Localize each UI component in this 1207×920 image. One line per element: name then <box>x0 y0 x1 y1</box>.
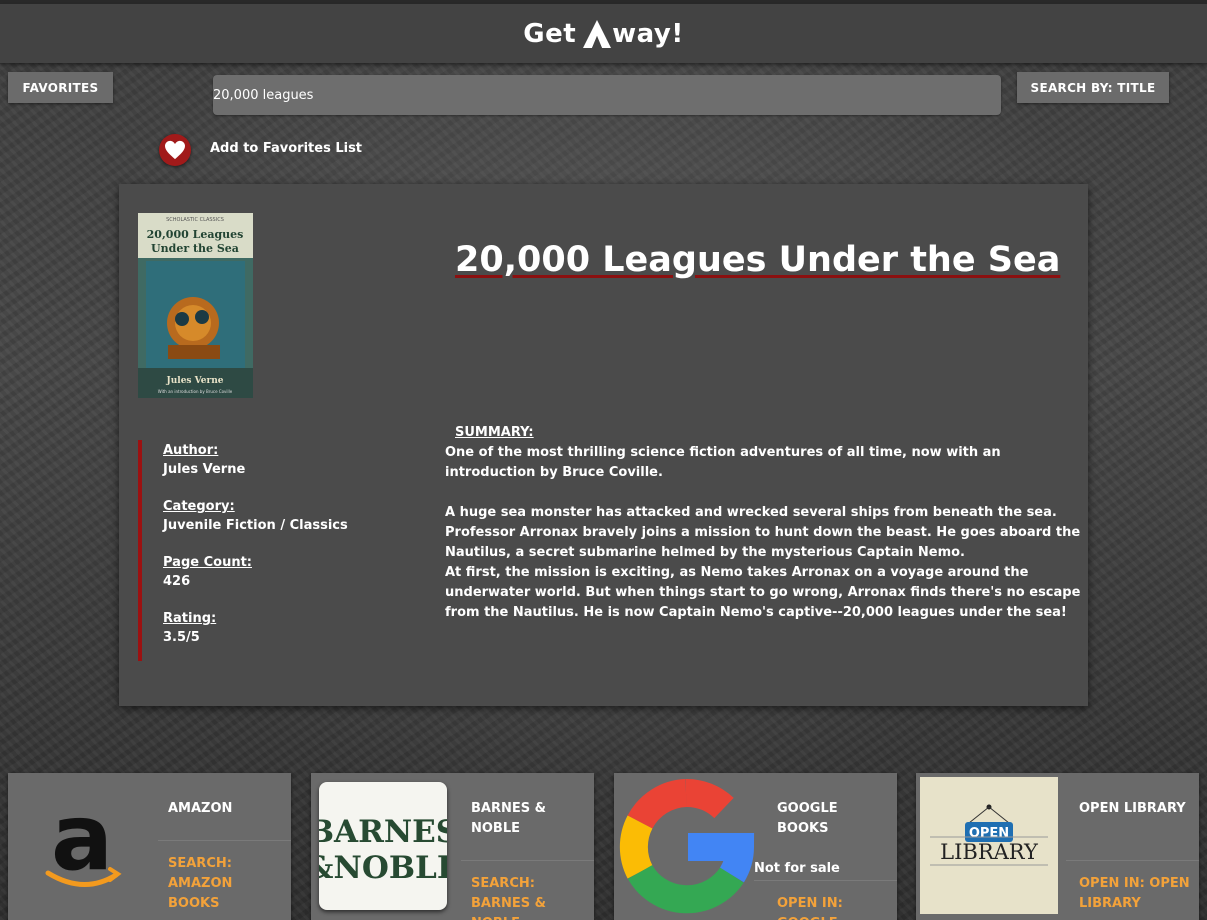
search-by-button[interactable]: SEARCH BY: TITLE <box>1017 72 1169 103</box>
app-header: Get way! <box>0 4 1207 63</box>
favorites-button[interactable]: FAVORITES <box>8 72 113 103</box>
store-name: AMAZON <box>168 801 233 816</box>
google-books-open-link[interactable]: OPEN IN: GOOGLE BOOKS <box>777 894 892 920</box>
store-card-amazon: a AMAZON SEARCH: AMAZON BOOKS <box>8 773 291 920</box>
bn-logo-line1: BARNES <box>319 814 447 850</box>
cover-title-line2: Under the Sea <box>151 242 239 255</box>
author-value: Jules Verne <box>163 462 246 477</box>
open-library-badge: OPEN <box>969 826 1009 841</box>
store-card-barnes-noble: BARNES &NOBLE BARNES & NOBLE SEARCH: BAR… <box>306 773 594 920</box>
logo-text-get: Get <box>523 18 577 49</box>
svg-text:a: a <box>51 784 113 891</box>
barnes-noble-icon: BARNES &NOBLE <box>306 814 461 886</box>
author-label: Author: <box>163 443 219 458</box>
google-logo <box>616 777 755 914</box>
search-input[interactable] <box>213 75 1001 115</box>
cover-intro: With an introduction by Bruce Coville <box>158 389 233 394</box>
category-label: Category: <box>163 499 235 514</box>
store-name: BARNES & NOBLE <box>471 801 546 836</box>
book-cover-image: SCHOLASTIC CLASSICS 20,000 Leagues Under… <box>138 213 253 398</box>
cover-author: Jules Verne <box>165 376 223 386</box>
summary-label: SUMMARY: <box>455 425 534 440</box>
barnes-noble-search-link[interactable]: SEARCH: BARNES & NOBLE <box>471 874 586 920</box>
open-library-logo: OPEN LIBRARY <box>920 777 1058 914</box>
app-logo[interactable]: Get way! <box>523 19 683 49</box>
add-to-favorites-label[interactable]: Add to Favorites List <box>210 141 362 156</box>
cover-title-line1: 20,000 Leagues <box>147 228 244 241</box>
logo-a-icon <box>583 19 612 48</box>
heart-icon <box>165 140 185 160</box>
open-library-word: LIBRARY <box>940 840 1039 864</box>
divider <box>158 840 291 841</box>
book-meta: Author: Jules Verne Category: Juvenile F… <box>138 440 398 661</box>
not-for-sale-note: Not for sale <box>754 861 840 876</box>
google-g-icon <box>619 779 755 914</box>
amazon-icon: a <box>45 784 122 891</box>
open-library-icon: OPEN LIBRARY <box>930 804 1048 866</box>
page-count-label: Page Count: <box>163 555 252 570</box>
category-value: Juvenile Fiction / Classics <box>163 518 348 533</box>
logo-text-way: way! <box>612 18 684 49</box>
book-title: 20,000 Leagues Under the Sea <box>455 240 1061 280</box>
store-card-open-library: OPEN LIBRARY OPEN LIBRARY OPEN IN: OPEN … <box>916 773 1199 920</box>
divider <box>461 860 594 861</box>
rating-value: 3.5/5 <box>163 630 200 645</box>
store-name: GOOGLE BOOKS <box>777 801 838 836</box>
add-favorite-button[interactable] <box>159 134 191 166</box>
book-details-card: SCHOLASTIC CLASSICS 20,000 Leagues Under… <box>119 184 1088 706</box>
store-card-google-books: GOOGLE BOOKS Not for sale OPEN IN: GOOGL… <box>614 773 897 920</box>
divider <box>1066 860 1199 861</box>
amazon-search-link[interactable]: SEARCH: AMAZON BOOKS <box>168 854 283 914</box>
open-library-open-link[interactable]: OPEN IN: OPEN LIBRARY <box>1079 874 1194 914</box>
amazon-logo: a <box>12 777 148 913</box>
rating-label: Rating: <box>163 611 217 626</box>
summary-paragraph: A huge sea monster has attacked and wrec… <box>445 505 1081 560</box>
store-name: OPEN LIBRARY <box>1079 801 1186 816</box>
barnes-noble-logo: BARNES &NOBLE <box>306 782 461 910</box>
cover-series: SCHOLASTIC CLASSICS <box>166 217 224 223</box>
bn-logo-line2: &NOBLE <box>319 850 447 886</box>
summary-text: One of the most thrilling science fictio… <box>445 443 1085 623</box>
divider <box>754 880 897 881</box>
summary-paragraph: At first, the mission is exciting, as Ne… <box>445 565 1081 620</box>
summary-paragraph: One of the most thrilling science fictio… <box>445 445 1001 480</box>
book-cover: SCHOLASTIC CLASSICS 20,000 Leagues Under… <box>138 213 253 398</box>
page-count-value: 426 <box>163 574 191 589</box>
